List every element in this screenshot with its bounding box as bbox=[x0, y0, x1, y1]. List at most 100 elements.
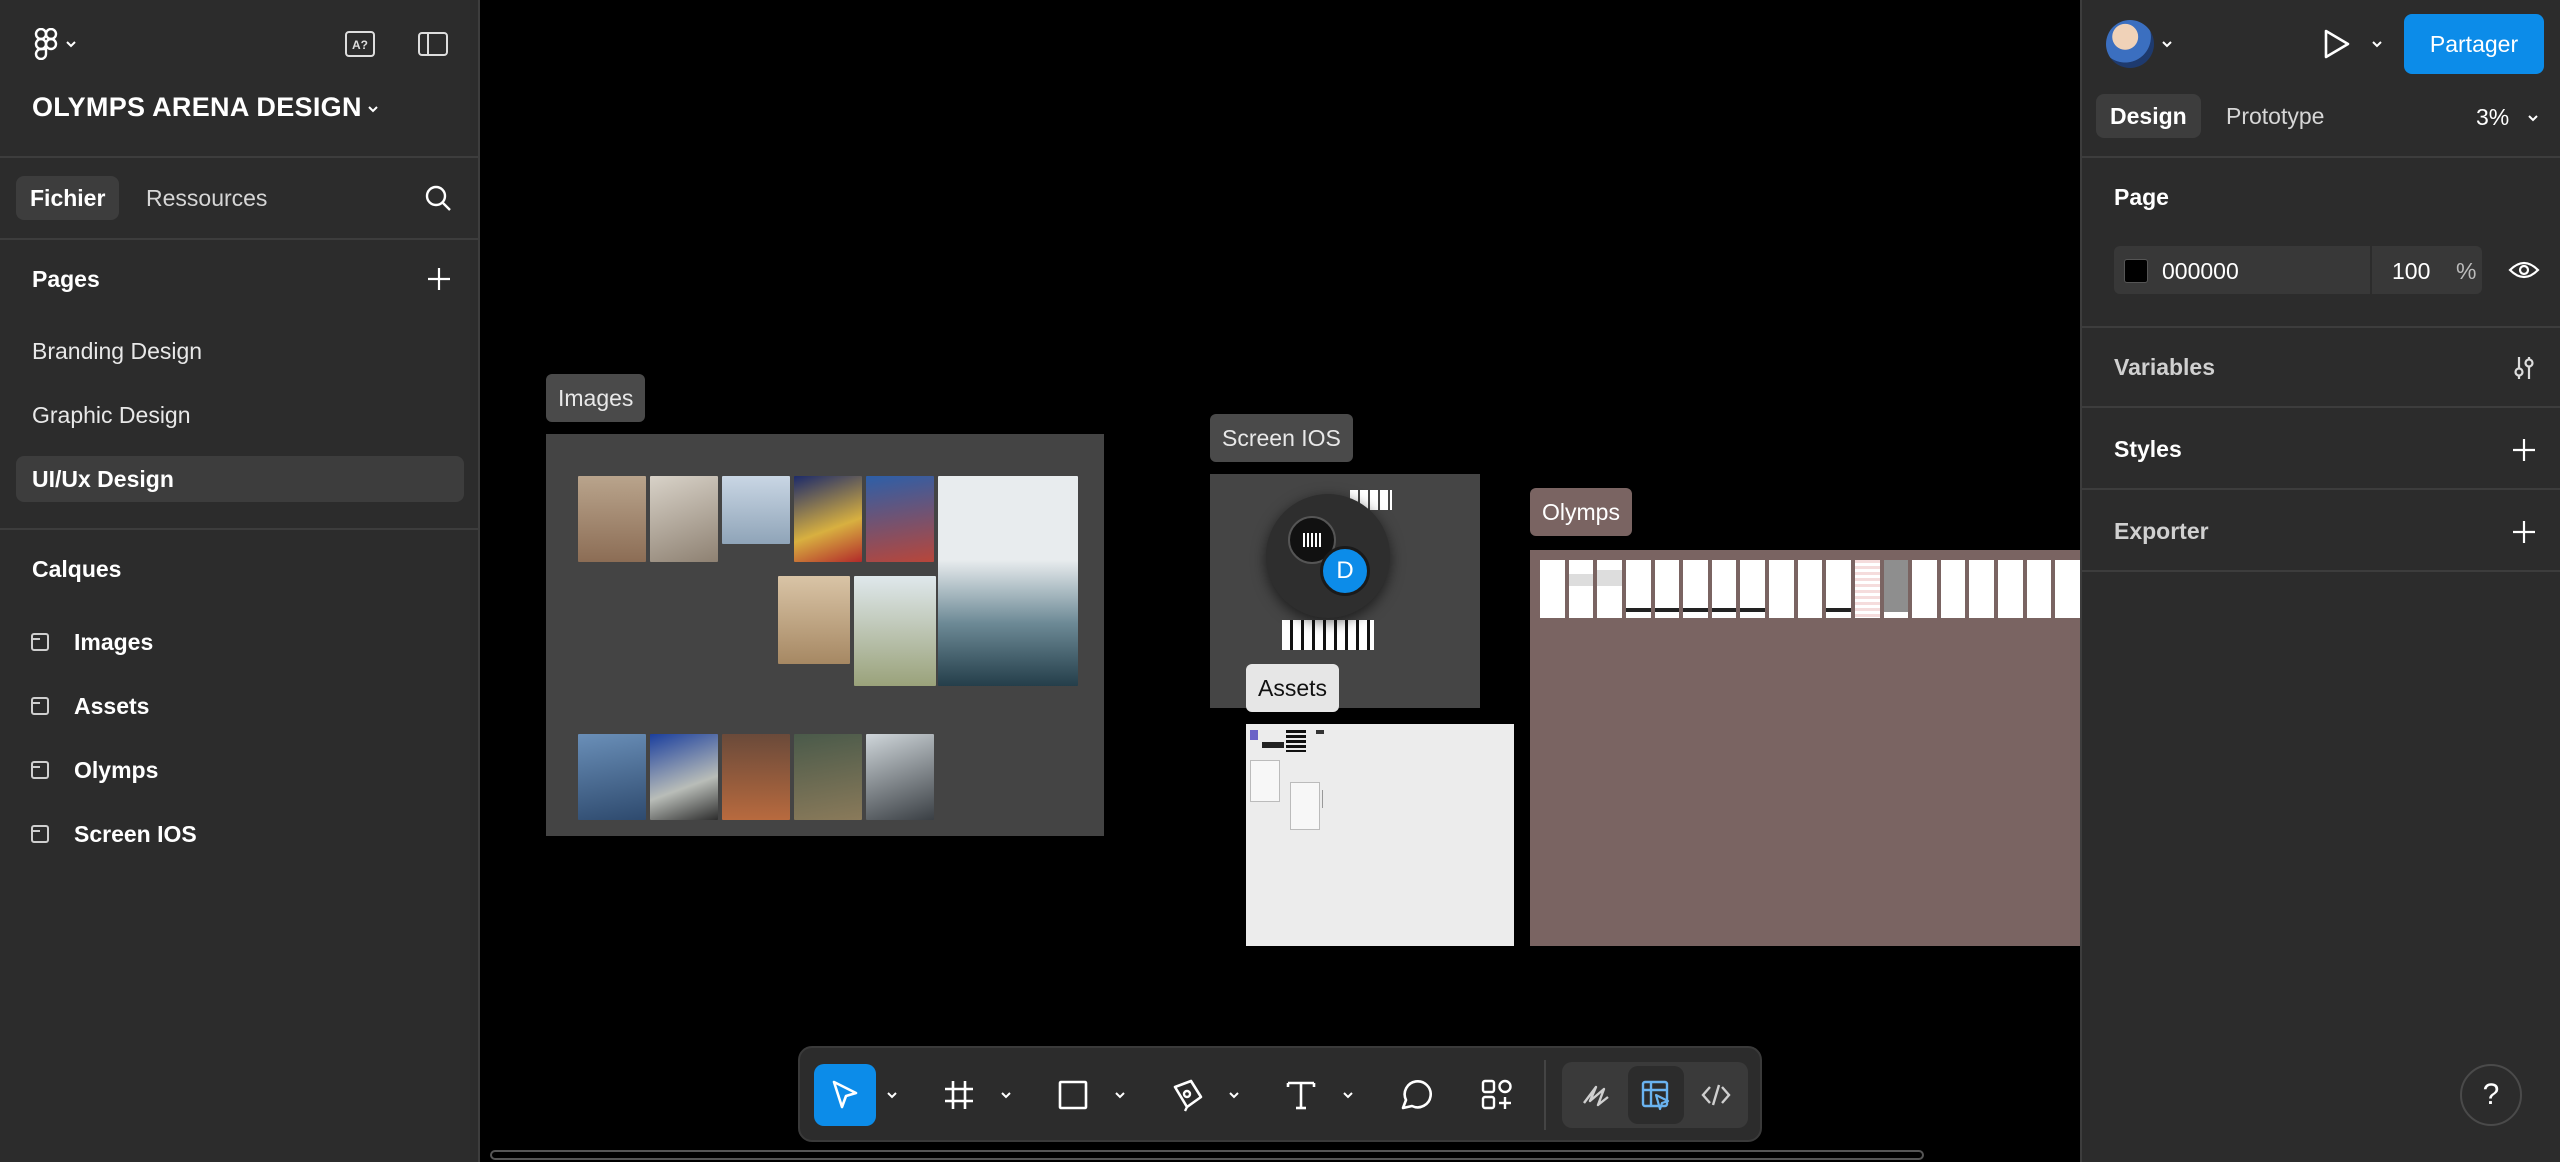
olymps-screens-row bbox=[1540, 560, 2080, 618]
asset-element bbox=[1286, 730, 1306, 752]
frame-assets[interactable] bbox=[1246, 724, 1514, 946]
code-icon bbox=[1701, 1084, 1731, 1106]
image-thumbnail bbox=[722, 476, 790, 544]
tab-design[interactable]: Design bbox=[2096, 94, 2201, 138]
variables-button[interactable] bbox=[2506, 350, 2542, 386]
figma-logo-icon bbox=[34, 28, 58, 60]
toggle-visibility-button[interactable] bbox=[2506, 252, 2542, 288]
asset-element bbox=[1262, 742, 1284, 748]
page-item-graphic-design[interactable]: Graphic Design bbox=[16, 392, 464, 438]
pen-icon bbox=[1173, 1079, 1203, 1112]
frame-label-screen-ios[interactable]: Screen IOS bbox=[1210, 414, 1353, 462]
share-button[interactable]: Partager bbox=[2404, 14, 2544, 74]
sliders-icon bbox=[2514, 357, 2534, 379]
page-background-field[interactable]: 000000 100 % bbox=[2114, 246, 2482, 294]
shape-tool-button[interactable] bbox=[1042, 1064, 1104, 1126]
asset-element bbox=[1316, 730, 1324, 734]
screen-thumbnail bbox=[1625, 560, 1651, 618]
styles-title: Styles bbox=[2114, 436, 2182, 462]
font-preview-button[interactable]: A? bbox=[340, 26, 380, 62]
screen-thumbnail bbox=[1854, 560, 1880, 618]
frame-tool-menu[interactable] bbox=[998, 1084, 1014, 1106]
add-page-button[interactable] bbox=[422, 262, 456, 296]
layer-item-assets[interactable]: Assets bbox=[30, 686, 149, 726]
frame-olymps[interactable] bbox=[1530, 550, 2080, 946]
frame-label-assets[interactable]: Assets bbox=[1246, 664, 1340, 712]
draw-mode-button[interactable] bbox=[1568, 1066, 1624, 1124]
image-thumbnail bbox=[938, 476, 1078, 686]
left-sidebar: A? OLYMPS ARENA DESIGN Fichier Ressource… bbox=[0, 0, 480, 1162]
main-menu-button[interactable] bbox=[26, 26, 86, 62]
toggle-sidebar-button[interactable] bbox=[410, 26, 456, 62]
layer-item-olymps[interactable]: Olymps bbox=[30, 750, 158, 790]
layers-title: Calques bbox=[32, 556, 122, 582]
chevron-down-icon bbox=[1115, 1092, 1125, 1099]
pen-tool-button[interactable] bbox=[1156, 1064, 1218, 1126]
zoom-level[interactable]: 3% bbox=[2476, 104, 2509, 131]
tab-file[interactable]: Fichier bbox=[16, 176, 120, 220]
color-swatch[interactable] bbox=[2124, 259, 2148, 283]
chevron-down-icon bbox=[1229, 1092, 1239, 1099]
page-item-branding-design[interactable]: Branding Design bbox=[16, 328, 464, 374]
image-thumbnail bbox=[866, 476, 934, 562]
design-mode-button[interactable] bbox=[1628, 1066, 1684, 1124]
frame-icon bbox=[31, 633, 49, 651]
horizontal-scrollbar[interactable] bbox=[490, 1150, 1924, 1160]
design-canvas[interactable]: Images Screen IOS D Assets Olymps bbox=[480, 0, 2080, 1162]
tab-resources[interactable]: Ressources bbox=[132, 176, 281, 220]
add-style-button[interactable] bbox=[2506, 432, 2542, 468]
variables-title[interactable]: Variables bbox=[2114, 354, 2215, 381]
frame-tool-button[interactable] bbox=[928, 1064, 990, 1126]
divider bbox=[2082, 156, 2560, 158]
plus-icon bbox=[428, 268, 450, 290]
move-tool-menu[interactable] bbox=[884, 1084, 900, 1106]
zoom-menu-chevron[interactable] bbox=[2526, 110, 2542, 126]
comment-bubble-icon bbox=[1401, 1080, 1432, 1110]
screen-thumbnail bbox=[1540, 560, 1565, 618]
frame-icon bbox=[31, 761, 49, 779]
screen-thumbnail bbox=[1912, 560, 1937, 618]
add-export-button[interactable] bbox=[2506, 514, 2542, 550]
chevron-down-icon bbox=[2162, 41, 2172, 48]
rectangle-icon bbox=[1058, 1080, 1088, 1110]
project-menu-chevron[interactable] bbox=[366, 96, 386, 120]
layer-item-screen-ios[interactable]: Screen IOS bbox=[30, 814, 197, 854]
page-item-uiux-design[interactable]: UI/Ux Design bbox=[16, 456, 464, 502]
plus-icon bbox=[2513, 521, 2535, 543]
text-tool-button[interactable] bbox=[1270, 1064, 1332, 1126]
move-tool-button[interactable] bbox=[814, 1064, 876, 1126]
text-fonts-icon: A? bbox=[345, 31, 375, 57]
page-color-hex[interactable]: 000000 bbox=[2162, 258, 2239, 285]
user-avatar[interactable] bbox=[2106, 20, 2154, 68]
pen-tool-menu[interactable] bbox=[1226, 1084, 1242, 1106]
chevron-down-icon bbox=[2372, 41, 2382, 48]
frame-label-olymps[interactable]: Olymps bbox=[1530, 488, 1632, 536]
layer-label: Screen IOS bbox=[74, 820, 197, 847]
dev-mode-button[interactable] bbox=[1688, 1066, 1744, 1124]
search-button[interactable] bbox=[420, 180, 456, 216]
eye-icon bbox=[2508, 261, 2540, 279]
cursor-arrow-icon bbox=[832, 1080, 858, 1109]
frame-icon bbox=[31, 825, 49, 843]
help-button[interactable]: ? bbox=[2460, 1064, 2522, 1126]
chevron-down-icon bbox=[887, 1092, 897, 1099]
chevron-down-icon bbox=[368, 106, 378, 113]
frame-images[interactable] bbox=[546, 434, 1104, 836]
account-menu-chevron[interactable] bbox=[2160, 36, 2176, 52]
collaborator-avatar[interactable]: D bbox=[1320, 546, 1370, 596]
layer-item-images[interactable]: Images bbox=[30, 622, 153, 662]
page-opacity[interactable]: 100 bbox=[2392, 258, 2430, 285]
frame-label-images[interactable]: Images bbox=[546, 374, 646, 422]
actions-button[interactable] bbox=[1466, 1064, 1528, 1126]
asset-element bbox=[1250, 760, 1280, 802]
screen-thumbnails bbox=[1282, 620, 1374, 650]
shape-tool-menu[interactable] bbox=[1112, 1084, 1128, 1106]
text-tool-menu[interactable] bbox=[1340, 1084, 1356, 1106]
present-button[interactable] bbox=[2316, 24, 2356, 64]
tab-prototype[interactable]: Prototype bbox=[2212, 94, 2338, 138]
divider bbox=[2082, 488, 2560, 490]
project-title[interactable]: OLYMPS ARENA DESIGN bbox=[32, 92, 362, 123]
present-menu-chevron[interactable] bbox=[2370, 36, 2386, 52]
screen-thumbnail bbox=[1883, 560, 1909, 618]
comment-tool-button[interactable] bbox=[1384, 1064, 1446, 1126]
